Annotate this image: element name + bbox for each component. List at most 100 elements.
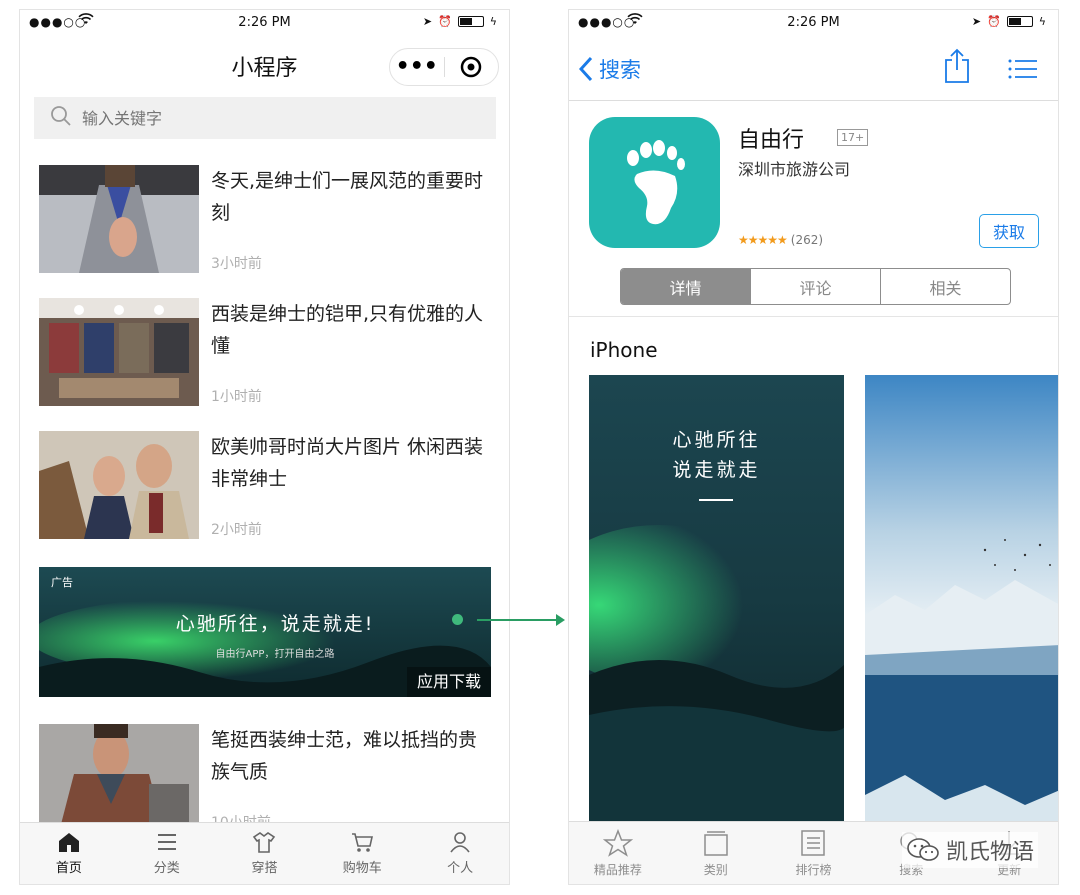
section-title: iPhone [590,338,658,362]
battery-icon [457,16,484,27]
tab-label: 分类 [153,861,180,876]
status-right-icons: ➤ ⏰ ϟ [423,15,497,28]
caption-line-1: 心驰所往 [672,429,761,451]
capsule-menu: ••• [389,48,499,86]
section-divider [569,316,1058,317]
ad-label: 广告 [51,576,73,589]
cart-icon [352,833,374,852]
article-item[interactable]: 笔挺西装绅士范，难以抵挡的贵族气质 10小时前 [39,724,491,834]
tab-label: 精品推荐 [593,863,642,877]
share-icon [945,48,969,83]
search-icon [50,105,72,131]
tab-details[interactable]: 详情 [621,269,751,304]
article-time: 2小时前 [211,522,262,538]
wechat-icon [907,838,939,861]
app-name: 自由行 [738,128,805,153]
ad-headline: 心驰所往，说走就走! [175,613,375,635]
age-rating-badge: 17+ [837,129,869,146]
target-icon [460,56,482,78]
tab-profile[interactable]: 个人 [411,823,509,884]
back-button[interactable]: 搜索 [579,54,641,84]
tab-cart[interactable]: 购物车 [313,823,411,884]
person-icon [450,832,470,853]
article-thumbnail [39,431,199,539]
tab-related[interactable]: 相关 [881,269,1010,304]
close-button[interactable] [444,56,498,78]
charging-icon: ϟ [489,15,497,28]
battery-icon [1006,16,1033,27]
tab-reviews[interactable]: 评论 [751,269,881,304]
search-input[interactable] [82,108,462,128]
alarm-icon: ⏰ [438,15,452,28]
watermark: 凯氏物语 [902,832,1039,868]
article-thumbnail [39,165,199,273]
tab-label: 购物车 [342,861,382,876]
tab-categories[interactable]: 类别 [667,822,765,884]
category-icon [157,834,176,850]
categories-icon [703,831,728,856]
share-button[interactable] [943,48,971,88]
mini-program-screen: ●●●○○ 2:26 PM ➤ ⏰ ϟ 小程序 ••• 输入关键字 冬天,是绅士… [19,9,510,885]
bottom-tab-bar: 首页 分类 穿搭 购物车 个人 [20,822,509,884]
star-icon [602,829,633,857]
article-time: 3小时前 [211,256,262,272]
status-bar: ●●●○○ 2:26 PM ➤ ⏰ ϟ [20,10,509,36]
download-app-button[interactable]: 应用下载 [406,667,491,697]
charging-icon: ϟ [1038,15,1046,28]
screenshot-caption: 心驰所往 说走就走 [589,425,844,485]
tab-label: 穿搭 [251,861,278,876]
segmented-control: 详情 评论 相关 [620,268,1011,305]
rating: ★★★★★ (262) [738,233,823,247]
list-icon [1008,59,1037,79]
developer-name[interactable]: 深圳市旅游公司 [738,156,850,180]
alarm-icon: ⏰ [987,15,1001,28]
charts-icon [801,830,826,856]
glacier-screenshot-image [865,375,1058,822]
tab-featured[interactable]: 精品推荐 [569,822,667,884]
rating-count: (262) [790,233,824,247]
watermark-text: 凯氏物语 [946,840,1035,865]
tab-home[interactable]: 首页 [20,823,118,884]
home-icon [58,833,79,852]
search-bar[interactable] [34,97,496,139]
arrow-right-icon [556,614,565,626]
tab-label: 首页 [55,861,82,876]
article-time: 1小时前 [211,389,262,405]
status-right-icons: ➤ ⏰ ϟ [972,15,1046,28]
ad-subtitle: 自由行APP，打开自由之路 [215,649,335,660]
app-screenshot[interactable] [865,375,1058,822]
caption-line-2: 说走就走 [672,459,761,481]
caption-dash [699,499,733,501]
nav-divider [569,100,1058,101]
shirt-icon [253,832,276,853]
article-title: 冬天,是绅士们一展风范的重要时刻 [211,170,484,224]
more-button[interactable]: ••• [390,56,444,78]
tab-label: 个人 [447,861,474,876]
chevron-left-icon [579,56,593,82]
article-title: 西装是绅士的铠甲,只有优雅的人懂 [211,303,484,357]
tab-outfit[interactable]: 穿搭 [216,823,314,884]
tab-category[interactable]: 分类 [118,823,216,884]
connector-line [477,619,562,621]
location-icon: ➤ [971,15,982,28]
tab-label: 类别 [703,863,728,877]
rating-stars: ★★★★★ [738,233,788,247]
app-icon [589,117,720,248]
get-button[interactable]: 获取 [979,214,1039,248]
location-icon: ➤ [422,15,433,28]
article-title: 欧美帅哥时尚大片图片 休闲西装非常绅士 [211,436,484,490]
article-thumbnail [39,298,199,406]
connector-dot [452,614,463,625]
footprint-icon [626,139,685,224]
article-item[interactable]: 西装是绅士的铠甲,只有优雅的人懂 1小时前 [39,298,491,408]
ad-banner[interactable]: 广告 心驰所往，说走就走! 自由行APP，打开自由之路 应用下载 [39,567,491,697]
tab-charts[interactable]: 排行榜 [765,822,863,884]
article-item[interactable]: 欧美帅哥时尚大片图片 休闲西装非常绅士 2小时前 [39,431,491,541]
article-item[interactable]: 冬天,是绅士们一展风范的重要时刻 3小时前 [39,165,491,275]
article-thumbnail [39,724,199,832]
app-store-screen: ●●●○○ 2:26 PM ➤ ⏰ ϟ 搜索 自由行 17+ 深圳市旅游公司 ★… [568,9,1059,885]
status-bar: ●●●○○ 2:26 PM ➤ ⏰ ϟ [569,10,1058,36]
list-button[interactable] [1008,58,1038,84]
app-screenshot[interactable]: 心驰所往 说走就走 [589,375,844,822]
article-title: 笔挺西装绅士范，难以抵挡的贵族气质 [211,729,478,783]
